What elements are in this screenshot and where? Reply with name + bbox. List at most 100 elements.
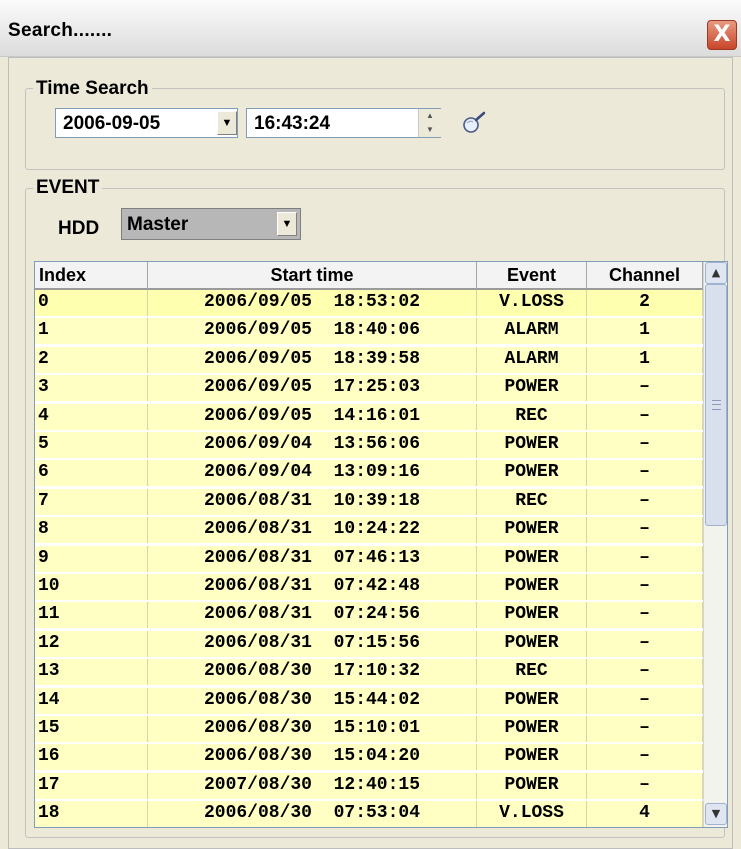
cell-index: 1	[35, 318, 148, 345]
cell-event: REC	[477, 488, 587, 515]
time-spin-buttons[interactable]: ▲ ▼	[418, 109, 441, 137]
cell-index: 3	[35, 375, 148, 402]
cell-index: 10	[35, 574, 148, 600]
table-row[interactable]: 5 2006/09/04 13:56:06 POWER –	[35, 432, 703, 458]
hdd-label: HDD	[58, 218, 100, 239]
cell-event: POWER	[477, 517, 587, 544]
column-header-index[interactable]: Index	[35, 262, 148, 290]
table-row[interactable]: 11 2006/08/31 07:24:56 POWER –	[35, 602, 703, 629]
table-row[interactable]: 0 2006/09/05 18:53:02 V.LOSS 2	[35, 290, 703, 316]
cell-start-time: 2006/08/31 10:39:18	[148, 488, 477, 515]
cell-start-time: 2006/08/31 07:42:48	[148, 574, 477, 600]
cell-channel: –	[587, 744, 703, 771]
cell-index: 13	[35, 659, 148, 686]
cell-event: ALARM	[477, 318, 587, 345]
table-row[interactable]: 15 2006/08/30 15:10:01 POWER –	[35, 716, 703, 742]
cell-event: POWER	[477, 545, 587, 572]
close-icon: X	[713, 22, 731, 47]
cell-channel: 4	[587, 801, 703, 827]
cell-event: POWER	[477, 772, 587, 799]
cell-channel: –	[587, 630, 703, 657]
hdd-select[interactable]: Master ▼	[121, 208, 301, 240]
close-button[interactable]: X	[707, 20, 737, 50]
cell-index: 6	[35, 460, 148, 487]
cell-start-time: 2006/08/30 15:44:02	[148, 687, 477, 714]
table-row[interactable]: 17 2007/08/30 12:40:15 POWER –	[35, 772, 703, 799]
cell-start-time: 2007/08/30 12:40:15	[148, 772, 477, 799]
cell-index: 9	[35, 545, 148, 572]
cell-event: POWER	[477, 460, 587, 487]
table-row[interactable]: 18 2006/08/30 07:53:04 V.LOSS 4	[35, 801, 703, 827]
scroll-down-button[interactable]: ▼	[705, 803, 727, 825]
table-row[interactable]: 16 2006/08/30 15:04:20 POWER –	[35, 744, 703, 771]
cell-channel: –	[587, 772, 703, 799]
date-value: 2006-09-05	[63, 113, 161, 134]
time-spinner[interactable]: 16:43:24 ▲ ▼	[246, 108, 441, 138]
cell-start-time: 2006/09/04 13:09:16	[148, 460, 477, 487]
dialog-body: Time Search 2006-09-05 ▼ 16:43:24 ▲ ▼ EV…	[8, 57, 733, 849]
table-row[interactable]: 3 2006/09/05 17:25:03 POWER –	[35, 375, 703, 402]
chevron-down-icon: ▼	[711, 807, 721, 820]
hdd-dropdown-button[interactable]: ▼	[277, 212, 297, 236]
cell-channel: –	[587, 687, 703, 714]
table-row[interactable]: 13 2006/08/30 17:10:32 REC –	[35, 659, 703, 686]
cell-channel: –	[587, 574, 703, 600]
cell-event: REC	[477, 403, 587, 430]
column-header-channel[interactable]: Channel	[587, 262, 703, 290]
magnifier-search-icon[interactable]	[459, 111, 489, 137]
cell-start-time: 2006/08/30 17:10:32	[148, 659, 477, 686]
date-dropdown[interactable]: 2006-09-05 ▼	[55, 108, 238, 138]
spin-up-icon[interactable]: ▲	[419, 109, 441, 123]
spin-down-icon[interactable]: ▼	[419, 123, 441, 137]
cell-channel: –	[587, 517, 703, 544]
cell-channel: –	[587, 659, 703, 686]
vertical-scrollbar[interactable]: ▲ ▼	[703, 262, 727, 827]
cell-index: 18	[35, 801, 148, 827]
table-row[interactable]: 1 2006/09/05 18:40:06 ALARM 1	[35, 318, 703, 345]
date-dropdown-button[interactable]: ▼	[217, 111, 237, 135]
cell-index: 16	[35, 744, 148, 771]
table-row[interactable]: 10 2006/08/31 07:42:48 POWER –	[35, 574, 703, 600]
cell-channel: –	[587, 545, 703, 572]
cell-event: V.LOSS	[477, 290, 587, 316]
cell-channel: 1	[587, 318, 703, 345]
table-row[interactable]: 2 2006/09/05 18:39:58 ALARM 1	[35, 346, 703, 373]
cell-start-time: 2006/09/05 14:16:01	[148, 403, 477, 430]
cell-start-time: 2006/08/31 07:15:56	[148, 630, 477, 657]
cell-start-time: 2006/08/31 10:24:22	[148, 517, 477, 544]
cell-event: POWER	[477, 687, 587, 714]
cell-start-time: 2006/09/05 18:40:06	[148, 318, 477, 345]
table-row[interactable]: 4 2006/09/05 14:16:01 REC –	[35, 403, 703, 430]
cell-start-time: 2006/09/05 18:39:58	[148, 346, 477, 373]
title-bar[interactable]: Search....... X	[0, 0, 741, 57]
cell-event: POWER	[477, 375, 587, 402]
cell-channel: –	[587, 602, 703, 629]
grip-icon	[712, 400, 721, 410]
chevron-down-icon: ▼	[281, 218, 293, 230]
table-row[interactable]: 12 2006/08/31 07:15:56 POWER –	[35, 630, 703, 657]
cell-event: POWER	[477, 630, 587, 657]
table-row[interactable]: 7 2006/08/31 10:39:18 REC –	[35, 488, 703, 515]
chevron-down-icon: ▼	[221, 117, 233, 129]
cell-start-time: 2006/08/30 15:04:20	[148, 744, 477, 771]
cell-index: 5	[35, 432, 148, 458]
column-header-event[interactable]: Event	[477, 262, 587, 290]
cell-index: 11	[35, 602, 148, 629]
cell-start-time: 2006/08/31 07:24:56	[148, 602, 477, 629]
table-row[interactable]: 9 2006/08/31 07:46:13 POWER –	[35, 545, 703, 572]
cell-channel: –	[587, 488, 703, 515]
event-table: Index Start time Event Channel 0 2006/09/…	[34, 261, 728, 828]
table-row[interactable]: 8 2006/08/31 10:24:22 POWER –	[35, 517, 703, 544]
cell-channel: –	[587, 460, 703, 487]
cell-start-time: 2006/08/30 15:10:01	[148, 716, 477, 742]
cell-event: POWER	[477, 716, 587, 742]
cell-event: REC	[477, 659, 587, 686]
scroll-up-button[interactable]: ▲	[705, 262, 727, 284]
table-row[interactable]: 14 2006/08/30 15:44:02 POWER –	[35, 687, 703, 714]
scroll-thumb[interactable]	[705, 284, 727, 526]
cell-channel: –	[587, 716, 703, 742]
cell-event: POWER	[477, 574, 587, 600]
cell-start-time: 2006/08/31 07:46:13	[148, 545, 477, 572]
table-row[interactable]: 6 2006/09/04 13:09:16 POWER –	[35, 460, 703, 487]
column-header-start-time[interactable]: Start time	[148, 262, 477, 290]
